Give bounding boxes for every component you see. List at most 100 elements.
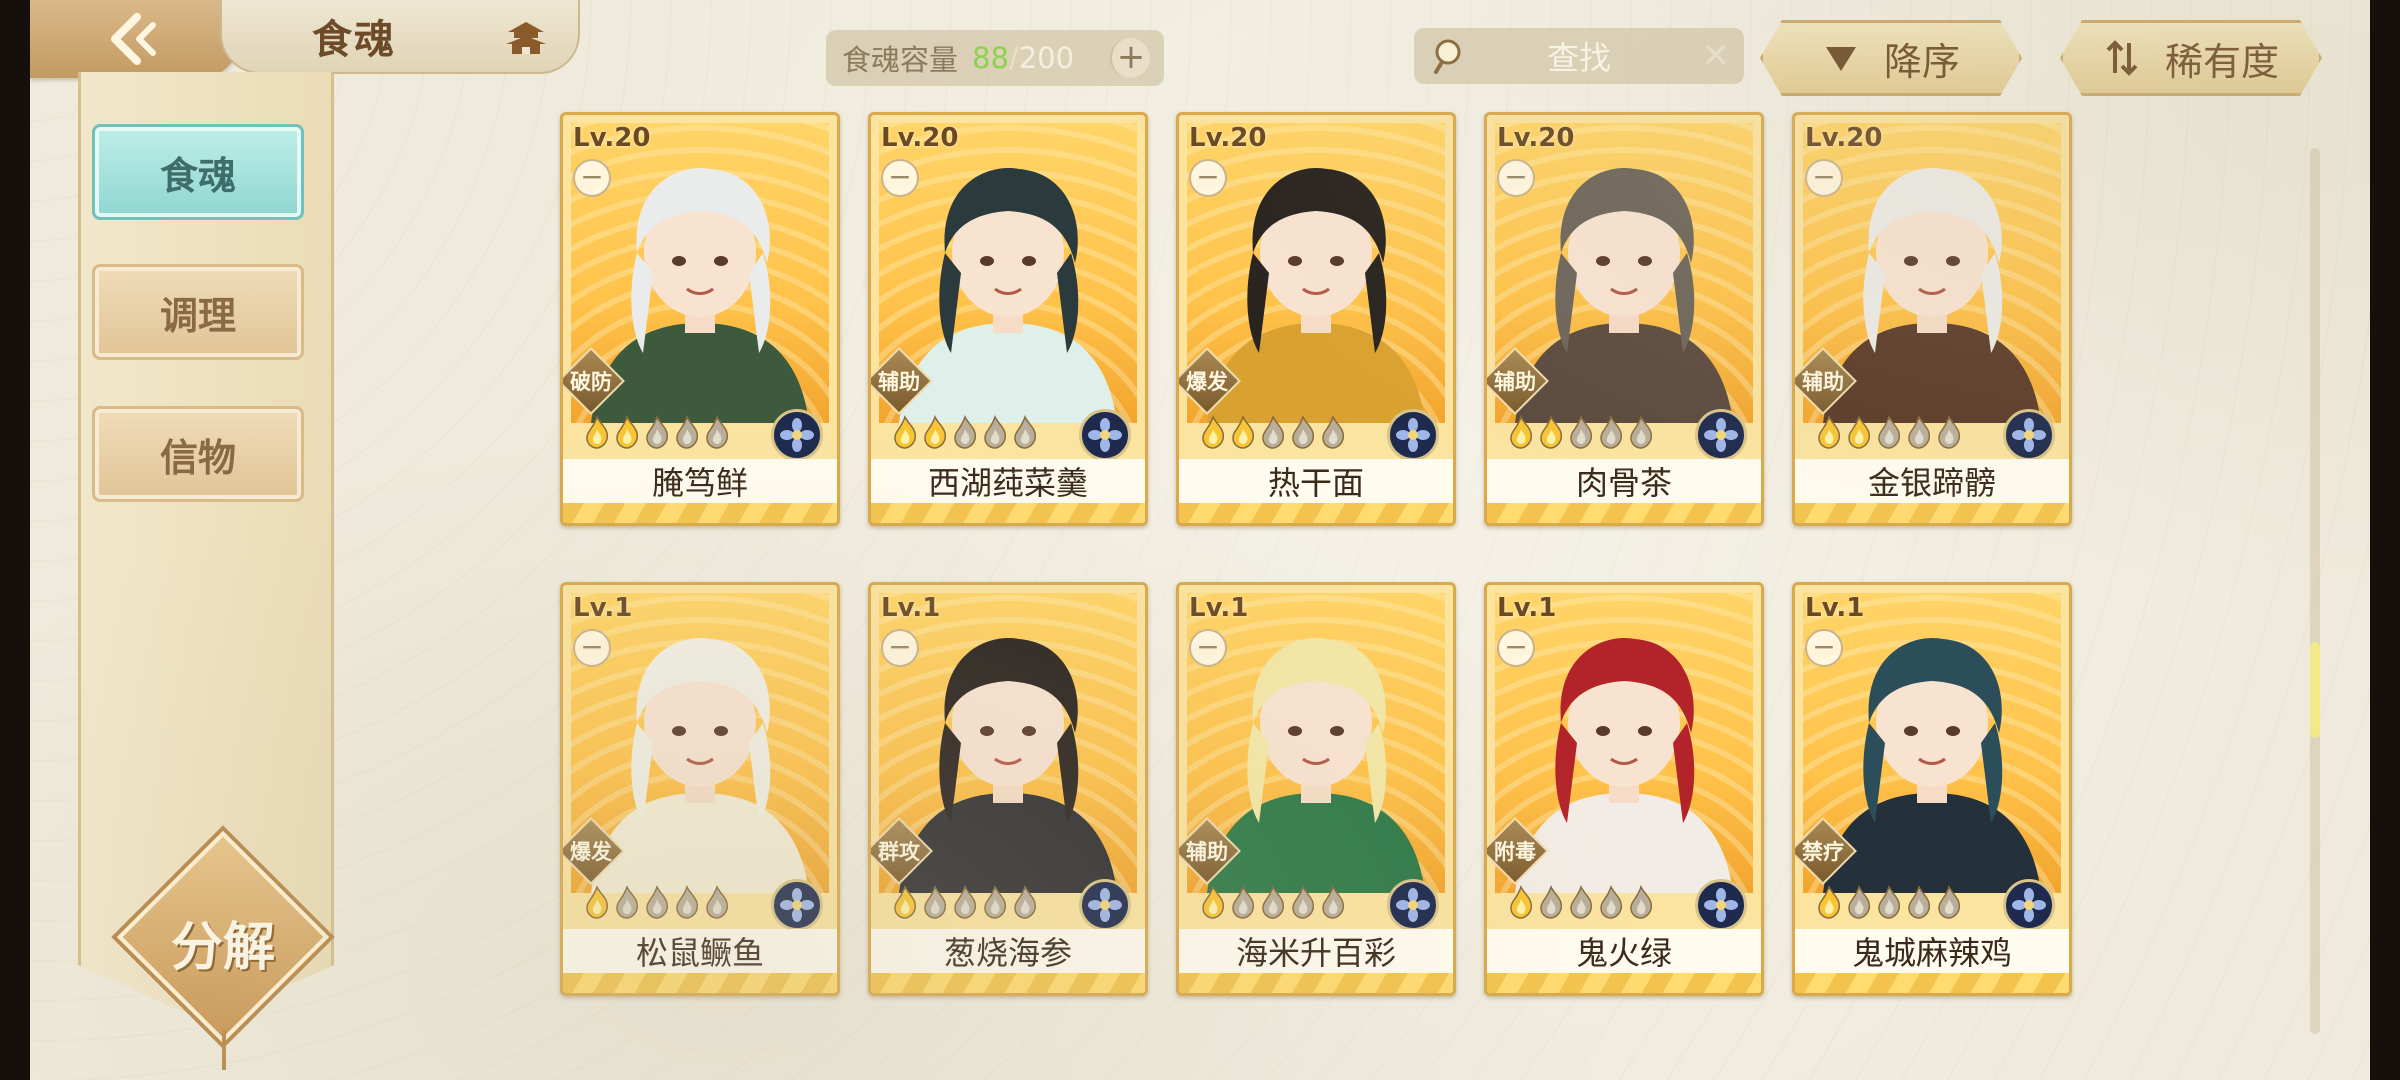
role-label: 辅助 (1494, 370, 1536, 394)
card-name: 葱烧海参 (943, 934, 1072, 972)
card-footer-stripe (871, 503, 1145, 523)
page-title: 食魂 (312, 16, 396, 63)
card-level: Lv.20 (1497, 123, 1575, 153)
flame-star-icon (616, 885, 639, 919)
flame-star-icon (1510, 415, 1533, 449)
flame-star-icon (1818, 885, 1841, 919)
food-soul-card[interactable]: Lv.1 − 附毒 鬼火绿 (1484, 582, 1764, 996)
star-rating (1507, 415, 1655, 449)
flame-star-icon (1262, 885, 1285, 919)
flame-star-icon (1540, 415, 1563, 449)
swap-icon (2103, 39, 2141, 77)
minus-badge: − (1189, 629, 1227, 667)
flower-icon (771, 409, 823, 461)
star-rating (1199, 415, 1347, 449)
role-label: 爆发 (1186, 370, 1228, 394)
flame-star-icon (1878, 415, 1901, 449)
scrollbar[interactable] (2310, 148, 2320, 1034)
card-footer-stripe (563, 973, 837, 993)
flame-star-icon (894, 415, 917, 449)
flower-icon (1695, 879, 1747, 931)
role-badge: 爆发 (1179, 351, 1237, 411)
food-soul-card[interactable]: Lv.1 − 群攻 葱烧海参 (868, 582, 1148, 996)
minus-badge: − (1805, 629, 1843, 667)
back-arrow-icon (111, 13, 156, 65)
card-name-bar: 松鼠鳜鱼 (563, 929, 837, 973)
flame-star-icon (894, 885, 917, 919)
flower-icon (2003, 409, 2055, 461)
capacity-max: 200 (1018, 41, 1075, 75)
role-label: 爆发 (570, 840, 612, 864)
food-soul-card[interactable]: Lv.20 − 辅助 (1792, 112, 2072, 526)
magnifier-icon (1434, 39, 1461, 74)
food-soul-card[interactable]: Lv.1 − 爆发 松鼠鳜鱼 (560, 582, 840, 996)
flame-star-icon (1878, 885, 1901, 919)
search-box[interactable]: 查找 ✕ (1414, 28, 1744, 84)
page-title-tab: 食魂 (220, 0, 580, 74)
flame-star-icon (1630, 885, 1653, 919)
food-soul-card[interactable]: Lv.1 − 禁疗 鬼城麻辣鸡 (1792, 582, 2072, 996)
card-level: Lv.1 (1189, 593, 1249, 623)
scrollbar-thumb[interactable] (2310, 642, 2320, 738)
food-soul-card[interactable]: Lv.20 − 破防 腌笃鲜 (560, 112, 840, 526)
flame-star-icon (1322, 415, 1345, 449)
flame-star-icon (1262, 415, 1285, 449)
card-footer-stripe (1795, 503, 2069, 523)
role-label: 禁疗 (1802, 840, 1844, 864)
star-rating (583, 885, 731, 919)
flame-star-icon (706, 415, 729, 449)
star-rating (1507, 885, 1655, 919)
food-soul-card[interactable]: Lv.1 − 辅助 海米升百彩 (1176, 582, 1456, 996)
star-rating (583, 415, 731, 449)
flower-icon (2003, 879, 2055, 931)
flame-star-icon (1630, 415, 1653, 449)
sort-key-button[interactable]: 稀有度 (2060, 20, 2322, 96)
sort-order-button[interactable]: 降序 (1760, 20, 2022, 96)
food-soul-card[interactable]: Lv.20 − 辅助 (868, 112, 1148, 526)
flame-star-icon (1600, 415, 1623, 449)
pagoda-icon[interactable] (504, 20, 548, 56)
card-footer-stripe (1179, 973, 1453, 993)
card-level: Lv.20 (1189, 123, 1267, 153)
card-level: Lv.20 (1805, 123, 1883, 153)
star-rating (1815, 415, 1963, 449)
role-badge: 禁疗 (1795, 821, 1853, 881)
card-name-bar: 海米升百彩 (1179, 929, 1453, 973)
role-badge: 辅助 (871, 351, 929, 411)
card-name: 鬼火绿 (1575, 934, 1672, 972)
card-name: 西湖莼菜羹 (927, 464, 1088, 502)
flame-star-icon (984, 885, 1007, 919)
star-rating (1815, 885, 1963, 919)
card-name: 金银蹄髈 (1867, 464, 1996, 502)
flame-star-icon (1014, 885, 1037, 919)
role-label: 群攻 (878, 840, 920, 864)
flame-star-icon (676, 415, 699, 449)
role-badge: 爆发 (563, 821, 621, 881)
flame-star-icon (1938, 415, 1961, 449)
sidebar-item-food-souls[interactable]: 食魂 (92, 124, 304, 220)
flame-star-icon (1202, 415, 1225, 449)
food-soul-card[interactable]: Lv.20 − 爆发 热干面 (1176, 112, 1456, 526)
flame-star-icon (586, 885, 609, 919)
food-soul-card[interactable]: Lv.20 − 辅助 (1484, 112, 1764, 526)
flame-star-icon (1232, 885, 1255, 919)
card-level: Lv.20 (573, 123, 651, 153)
flame-star-icon (924, 415, 947, 449)
close-icon[interactable]: ✕ (1702, 36, 1731, 76)
back-button[interactable] (30, 0, 240, 78)
role-badge: 附毒 (1487, 821, 1545, 881)
flame-star-icon (706, 885, 729, 919)
add-capacity-button[interactable]: + (1110, 38, 1150, 78)
sidebar-item-conditioning[interactable]: 调理 (92, 264, 304, 360)
card-footer-stripe (1487, 503, 1761, 523)
star-rating (1199, 885, 1347, 919)
flame-star-icon (984, 415, 1007, 449)
capacity-separator: / (1008, 41, 1019, 75)
card-name: 热干面 (1267, 464, 1364, 502)
card-level: Lv.1 (573, 593, 633, 623)
sidebar-item-tokens[interactable]: 信物 (92, 406, 304, 502)
sort-key-label: 稀有度 (2164, 39, 2279, 84)
card-name-bar: 热干面 (1179, 459, 1453, 503)
card-level: Lv.20 (881, 123, 959, 153)
capacity-display: 食魂容量 88 / 200 + (826, 30, 1164, 86)
